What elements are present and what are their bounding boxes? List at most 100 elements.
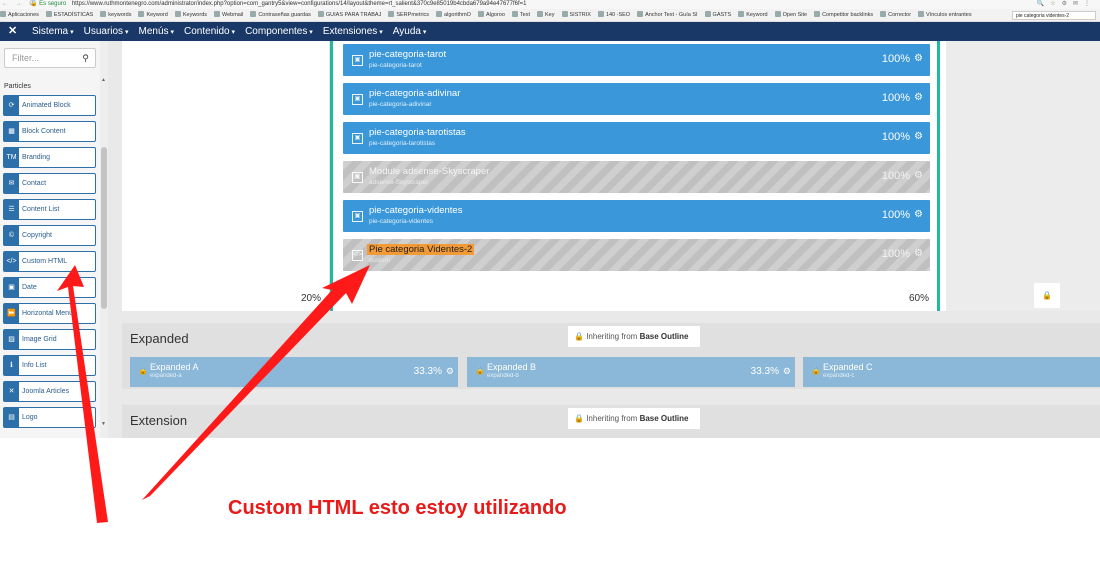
block-subtitle: expanded-c [823, 373, 855, 379]
particle-image-grid[interactable]: ▨ Image Grid [3, 329, 96, 350]
gear-icon[interactable]: ⚙ [446, 366, 454, 377]
gear-icon[interactable]: ⚙ [914, 170, 923, 181]
menu-item[interactable]: Usuarios [84, 22, 129, 42]
particle-joomla-articles[interactable]: ✕ Joomla Articles [3, 381, 96, 402]
menu-item[interactable]: Menús [139, 22, 174, 42]
module-block[interactable]: ▣ Module adsense-Skyscraper adsense-Skyscr… [343, 161, 930, 193]
section-title: Extension [130, 413, 188, 428]
scroll-down-icon[interactable]: ▼ [101, 421, 106, 427]
particle-contact[interactable]: ✉ Contact [3, 173, 96, 194]
bookmark-item[interactable]: Keyword [738, 9, 767, 21]
module-block[interactable]: </> Pie categoria Videntes-2 custom 100% ⚙ [343, 239, 930, 271]
inherit-badge[interactable]: 🔒 Inheriting from Base Outline [568, 326, 700, 347]
bookmark-item[interactable]: 140 -SEO [598, 9, 630, 21]
particle-label: Copyright [22, 232, 52, 239]
module-block[interactable]: ▣ pie-categoria-videntes pie-categoria-vid… [343, 200, 930, 232]
gear-icon[interactable]: ⚙ [914, 209, 923, 220]
scroll-up-icon[interactable]: ▲ [101, 77, 106, 83]
find-input[interactable]: pie categoria videntes-2 [1012, 11, 1096, 20]
menu-item[interactable]: Ayuda [393, 22, 427, 42]
expanded-block[interactable]: 🔒Expanded Cexpanded-c33 [803, 357, 1100, 387]
menu-item[interactable]: Extensiones [323, 22, 383, 42]
bookmark-item[interactable]: SERPmetrics [388, 9, 429, 21]
code-icon: </> [4, 252, 19, 271]
url-text[interactable]: https://www.ruthmontenegro.com/administr… [72, 1, 527, 7]
module-icon: ▣ [352, 94, 363, 105]
search-icon: ⚲ [82, 53, 89, 63]
bookmark-item[interactable]: Corrector [880, 9, 911, 21]
module-block[interactable]: ▣ pie-categoria-adivinar pie-categoria-adi… [343, 83, 930, 115]
filter-input[interactable]: Filter... ⚲ [4, 48, 96, 68]
particle-label: Joomla Articles [22, 388, 70, 395]
module-width: 100% [881, 248, 910, 260]
expanded-block[interactable]: 🔒 Expanded Aexpanded-a 33.3% ⚙ [130, 357, 458, 387]
menu-item[interactable]: Sistema [32, 22, 74, 42]
joomla-logo-icon[interactable]: ✕ [8, 25, 20, 37]
gear-icon[interactable]: ⚙ [914, 248, 923, 259]
address-bar[interactable]: ← → C 🔒 Es seguro https://www.ruthmonten… [0, 0, 1100, 9]
expanded-block[interactable]: 🔒 Expanded Bexpanded-b 33.3% ⚙ [467, 357, 795, 387]
module-block[interactable]: ▣ pie-categoria-tarot pie-categoria-tarot 1… [343, 44, 930, 76]
block-title: Expanded A [150, 362, 199, 372]
particle-copyright[interactable]: © Copyright [3, 225, 96, 246]
inherit-prefix: Inheriting from [586, 332, 638, 341]
bookmark-item[interactable]: Algoroo [478, 9, 505, 21]
layout-column-right[interactable]: 🔒 [946, 41, 1100, 311]
nav-buttons[interactable]: ← → C [2, 0, 37, 9]
particle-label: Horizontal Menu [22, 310, 73, 317]
particle-date[interactable]: ▣ Date [3, 277, 96, 298]
particle-label: Animated Block [22, 102, 71, 109]
particle-custom-html[interactable]: </> Custom HTML [3, 251, 96, 272]
particle-block-content[interactable]: ▦ Block Content [3, 121, 96, 142]
scroll-thumb[interactable] [101, 147, 107, 309]
gear-icon[interactable]: ⚙ [783, 366, 791, 377]
layout-row: 20% 60% ▣ pie-categoria-tarot pie-categori… [122, 41, 1100, 311]
bookmark-item[interactable]: GUIAS PARA TRABAJ [318, 9, 381, 21]
layout-column-left[interactable]: 20% [122, 41, 330, 311]
browser-toolbar-icons[interactable]: 🔍☆⚙✉⋮ [1037, 0, 1096, 9]
menu-item[interactable]: Componentes [245, 22, 313, 42]
bookmark-item[interactable]: Competitor backlinks [814, 9, 873, 21]
layout-column-main[interactable]: 60% ▣ pie-categoria-tarot pie-categoria-ta… [330, 41, 940, 311]
bookmark-item[interactable]: ESTADÍSTICAS [46, 9, 93, 21]
particle-logo[interactable]: ▤ Logo [3, 407, 96, 428]
bookmark-item[interactable]: Text [512, 9, 530, 21]
particle-label: Logo [22, 414, 38, 421]
bookmark-item[interactable]: Anchor Text - Guía SI [637, 9, 697, 21]
calendar-icon: ▣ [4, 278, 19, 297]
bookmark-item[interactable]: Webmail [214, 9, 243, 21]
lock-icon[interactable]: 🔒 [1034, 283, 1060, 308]
particle-label: Date [22, 284, 37, 291]
bookmark-item[interactable]: Open Site [775, 9, 807, 21]
bookmark-item[interactable]: Key [537, 9, 554, 21]
gear-icon[interactable]: ⚙ [914, 53, 923, 64]
module-block[interactable]: ▣ pie-categoria-tarotistas pie-categoria-t… [343, 122, 930, 154]
tm-icon: TM [4, 148, 19, 167]
copyright-icon: © [4, 226, 19, 245]
particle-info-list[interactable]: ℹ Info List [3, 355, 96, 376]
bookmark-item[interactable]: SISTRIX [562, 9, 591, 21]
particles-sidebar: Filter... ⚲ Particles ⟳ Animated Block ▦ Bl… [0, 41, 108, 438]
lock-icon: 🔒 [574, 332, 584, 341]
bookmark-item[interactable]: Keywords [175, 9, 207, 21]
bookmark-item[interactable]: keywords [100, 9, 131, 21]
bookmark-item[interactable]: Aplicaciones [0, 9, 39, 21]
gear-icon[interactable]: ⚙ [914, 92, 923, 103]
bookmark-item[interactable]: algorithmO [436, 9, 471, 21]
bookmark-item[interactable]: Vínculos entrantes [918, 9, 972, 21]
bookmark-item[interactable]: Contraseñas guardas [250, 9, 311, 21]
particle-horizontal-menu[interactable]: ⏩ Horizontal Menu [3, 303, 96, 324]
block-title: Expanded C [823, 362, 873, 372]
gear-icon[interactable]: ⚙ [914, 131, 923, 142]
annotation-text: Custom HTML esto estoy utilizando [228, 497, 567, 519]
extension-section: Extension 🔒 Inheriting from Base Outline [122, 405, 1100, 438]
inherit-badge[interactable]: 🔒 Inheriting from Base Outline [568, 408, 700, 429]
menu-item[interactable]: Contenido [184, 22, 235, 42]
bookmark-item[interactable]: GASTS [705, 9, 732, 21]
module-title: pie-categoria-adivinar [369, 88, 461, 99]
particle-content-list[interactable]: ☰ Content List [3, 199, 96, 220]
particle-branding[interactable]: TM Branding [3, 147, 96, 168]
particle-animated-block[interactable]: ⟳ Animated Block [3, 95, 96, 116]
bookmark-item[interactable]: Keyword [138, 9, 167, 21]
sidebar-scrollbar[interactable]: ▲ ▼ [100, 41, 108, 438]
